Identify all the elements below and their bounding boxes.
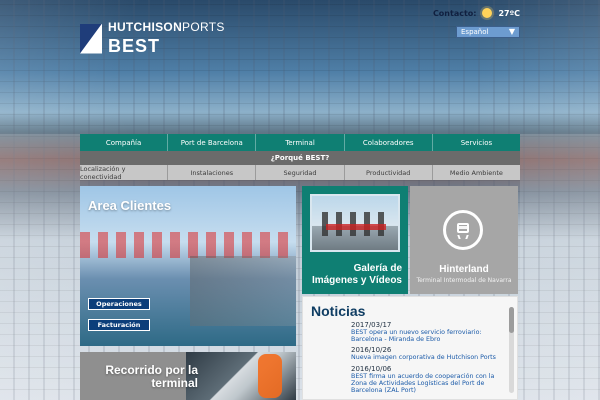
- nav-primary-compania[interactable]: Compañía: [80, 134, 169, 151]
- recorrido-label-line1: Recorrido por la: [105, 363, 198, 377]
- news-link[interactable]: BEST opera un nuevo servicio ferroviario…: [351, 329, 507, 343]
- logo-mark-icon: [80, 23, 102, 54]
- primary-navigation: Compañía Port de Barcelona Terminal Cola…: [80, 134, 520, 151]
- recorrido-photo: [186, 352, 296, 400]
- facturacion-button[interactable]: Facturación: [88, 319, 150, 331]
- logo-bottom-text: BEST: [108, 36, 161, 56]
- news-list: 2017/03/17 BEST opera un nuevo servicio …: [351, 321, 507, 397]
- news-link[interactable]: Nueva imagen corporativa de Hutchison Po…: [351, 354, 507, 361]
- recorrido-label-line2: terminal: [151, 375, 198, 390]
- language-selected: Español: [461, 28, 489, 36]
- logo-text: HUTCHISONPORTS BEST: [108, 20, 225, 57]
- nav-primary-colaboradores[interactable]: Colaboradores: [345, 134, 433, 151]
- nav-primary-servicios[interactable]: Servicios: [433, 134, 520, 151]
- area-clientes-panel: Area Clientes Operaciones Facturación: [80, 186, 296, 346]
- nav-tertiary-localizacion[interactable]: Localización y conectividad: [80, 165, 169, 181]
- left-background-strip: [0, 134, 80, 400]
- hinterland-subtitle: Terminal Intermodal de Navarra: [416, 277, 512, 284]
- nav-primary-port-de-barcelona[interactable]: Port de Barcelona: [168, 134, 257, 151]
- nav-tertiary-productividad[interactable]: Productividad: [345, 165, 433, 180]
- hinterland-panel[interactable]: Hinterland Terminal Intermodal de Navarr…: [410, 186, 518, 294]
- train-circle-icon: [443, 210, 483, 250]
- logo-top-text: HUTCHISONPORTS: [108, 20, 225, 34]
- recorrido-label: Recorrido por la terminal: [88, 364, 198, 389]
- site-header: HUTCHISONPORTS BEST Contacto: 27ºC Españ…: [80, 0, 520, 134]
- secondary-navigation[interactable]: ¿Porqué BEST?: [80, 151, 520, 165]
- nav-primary-terminal[interactable]: Terminal: [256, 134, 345, 151]
- news-item[interactable]: 2016/10/26 Nueva imagen corporativa de H…: [351, 346, 507, 361]
- news-date: 2016/10/26: [351, 346, 392, 355]
- logo-top-thin: PORTS: [182, 20, 225, 34]
- galeria-panel[interactable]: Galería de Imágenes y Vídeos: [302, 186, 408, 294]
- news-link[interactable]: BEST firma un acuerdo de cooperación con…: [351, 373, 507, 395]
- hinterland-title: Hinterland: [439, 264, 489, 275]
- noticias-title: Noticias: [311, 303, 366, 319]
- news-date: 2016/10/06: [351, 364, 392, 373]
- logo-top-bold: HUTCHISON: [108, 20, 183, 34]
- language-select[interactable]: Español ▼: [456, 26, 520, 38]
- noticias-panel: Noticias 2017/03/17 BEST opera un nuevo …: [302, 296, 518, 400]
- train-icon: [454, 221, 472, 239]
- sun-weather-icon: [482, 8, 493, 18]
- right-background-strip: [520, 134, 600, 400]
- galeria-thumbnail: [310, 194, 400, 252]
- tertiary-navigation: Localización y conectividad Instalacione…: [80, 165, 520, 181]
- news-date: 2017/03/17: [351, 321, 392, 329]
- hutchison-ports-best-logo[interactable]: HUTCHISONPORTS BEST: [80, 20, 225, 57]
- news-item[interactable]: 2017/03/17 BEST opera un nuevo servicio …: [351, 321, 507, 343]
- contact-weather: Contacto: 27ºC: [433, 8, 520, 18]
- operaciones-button[interactable]: Operaciones: [88, 298, 150, 310]
- galeria-label-line1: Galería de: [353, 263, 402, 274]
- recorrido-panel[interactable]: Recorrido por la terminal: [80, 352, 296, 400]
- news-scrollbar-thumb[interactable]: [509, 307, 514, 333]
- chevron-down-icon: ▼: [508, 27, 515, 36]
- nav-tertiary-medio-ambiente[interactable]: Medio Ambiente: [433, 165, 520, 180]
- nav-tertiary-seguridad[interactable]: Seguridad: [256, 165, 345, 180]
- area-clientes-title: Area Clientes: [88, 198, 172, 213]
- temperature-value: 27ºC: [498, 8, 520, 18]
- news-item[interactable]: 2016/10/06 BEST firma un acuerdo de coop…: [351, 365, 507, 395]
- nav-tertiary-instalaciones[interactable]: Instalaciones: [168, 165, 257, 180]
- galeria-label-line2: Imágenes y Vídeos: [311, 274, 402, 286]
- galeria-label: Galería de Imágenes y Vídeos: [312, 263, 402, 286]
- contacto-label[interactable]: Contacto:: [433, 9, 477, 18]
